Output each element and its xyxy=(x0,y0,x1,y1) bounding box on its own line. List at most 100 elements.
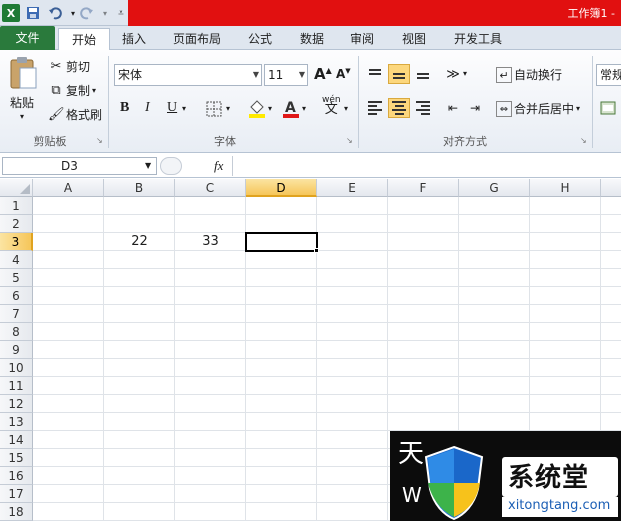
grid-cell[interactable] xyxy=(388,197,459,215)
grid-cell[interactable] xyxy=(246,377,317,395)
grid-cell[interactable] xyxy=(459,341,530,359)
tab-home[interactable]: 开始 xyxy=(58,28,110,51)
tab-review[interactable]: 审阅 xyxy=(340,28,384,50)
redo-icon[interactable] xyxy=(78,4,96,22)
grid-cell[interactable] xyxy=(317,449,388,467)
row-header-selected[interactable]: 3 xyxy=(0,233,33,251)
paste-button[interactable]: 粘贴 xyxy=(10,94,34,111)
grid-cell[interactable] xyxy=(388,233,459,251)
grid-cell[interactable] xyxy=(317,323,388,341)
fill-color-icon[interactable] xyxy=(248,98,266,121)
grid-cell[interactable] xyxy=(246,413,317,431)
grid-cell[interactable] xyxy=(601,215,621,233)
grid-cell[interactable] xyxy=(33,341,104,359)
grid-cell[interactable] xyxy=(175,503,246,521)
grid-cell[interactable] xyxy=(388,287,459,305)
insert-function-button[interactable]: fx xyxy=(214,158,223,174)
grid-cell[interactable] xyxy=(33,377,104,395)
grid-cell[interactable] xyxy=(33,215,104,233)
cell-B3[interactable]: 22 xyxy=(104,233,175,251)
tab-file[interactable]: 文件 xyxy=(0,26,55,50)
grid-cell[interactable] xyxy=(388,377,459,395)
grid-cell[interactable] xyxy=(246,485,317,503)
grid-cell[interactable] xyxy=(33,287,104,305)
grid-cell[interactable] xyxy=(530,215,601,233)
select-all-corner[interactable] xyxy=(0,179,33,197)
row-header[interactable]: 15 xyxy=(0,449,33,467)
merge-center-button[interactable]: ⇔ 合并后居中 ▾ xyxy=(496,100,580,117)
grid-cell[interactable] xyxy=(601,251,621,269)
grid-cell[interactable] xyxy=(175,287,246,305)
grid-cell[interactable] xyxy=(317,503,388,521)
row-header[interactable]: 5 xyxy=(0,269,33,287)
row-header[interactable]: 18 xyxy=(0,503,33,521)
name-box-dropdown-icon[interactable]: ▼ xyxy=(145,161,151,170)
grid-cell[interactable] xyxy=(530,305,601,323)
grid-cell[interactable] xyxy=(459,233,530,251)
grid-cell[interactable] xyxy=(175,449,246,467)
formula-input[interactable] xyxy=(232,156,621,176)
grid-cell[interactable] xyxy=(530,233,601,251)
grid-cell[interactable] xyxy=(459,377,530,395)
grid-cell[interactable] xyxy=(246,467,317,485)
cell-C3[interactable]: 33 xyxy=(175,233,246,251)
grid-cell[interactable] xyxy=(246,269,317,287)
tab-view[interactable]: 视图 xyxy=(392,28,436,50)
grid-cell[interactable] xyxy=(104,305,175,323)
grid-cell[interactable] xyxy=(246,341,317,359)
font-size-combo[interactable]: 11 ▼ xyxy=(264,64,308,86)
tab-formulas[interactable]: 公式 xyxy=(238,28,282,50)
grid-cell[interactable] xyxy=(530,251,601,269)
grid-cell[interactable] xyxy=(388,323,459,341)
row-header[interactable]: 11 xyxy=(0,377,33,395)
grid-cell[interactable] xyxy=(601,197,621,215)
grid-cell[interactable] xyxy=(104,251,175,269)
align-right-button[interactable] xyxy=(412,98,434,118)
grid-cell[interactable] xyxy=(530,413,601,431)
grid-cell[interactable] xyxy=(601,413,621,431)
grid-cell[interactable] xyxy=(33,485,104,503)
grid-cell[interactable] xyxy=(33,431,104,449)
grid-cell[interactable] xyxy=(317,377,388,395)
column-header[interactable] xyxy=(601,179,621,197)
grid-cell[interactable] xyxy=(530,287,601,305)
column-header[interactable]: E xyxy=(317,179,388,197)
grid-cell[interactable] xyxy=(33,503,104,521)
orientation-dropdown-icon[interactable]: ▾ xyxy=(463,69,467,78)
grid-cell[interactable] xyxy=(388,215,459,233)
grid-cell[interactable] xyxy=(104,413,175,431)
active-cell-D3[interactable] xyxy=(245,232,318,252)
row-header[interactable]: 12 xyxy=(0,395,33,413)
grid-cell[interactable] xyxy=(33,197,104,215)
grid-cell[interactable] xyxy=(388,305,459,323)
grid-cell[interactable] xyxy=(33,323,104,341)
increase-indent-icon[interactable]: ⇥ xyxy=(464,98,486,118)
tab-data[interactable]: 数据 xyxy=(290,28,334,50)
paste-dropdown-icon[interactable]: ▾ xyxy=(20,112,24,121)
grid-cell[interactable] xyxy=(388,395,459,413)
grid-cell[interactable] xyxy=(388,413,459,431)
grid-cell[interactable] xyxy=(317,197,388,215)
merge-dropdown-icon[interactable]: ▾ xyxy=(576,104,580,113)
copy-dropdown-icon[interactable]: ▾ xyxy=(92,86,96,95)
grid-cell[interactable] xyxy=(317,431,388,449)
grid-cell[interactable] xyxy=(104,197,175,215)
grid-cell[interactable] xyxy=(175,215,246,233)
grid-cell[interactable] xyxy=(530,377,601,395)
row-header[interactable]: 4 xyxy=(0,251,33,269)
column-header[interactable]: F xyxy=(388,179,459,197)
align-left-button[interactable] xyxy=(364,98,386,118)
fill-handle[interactable] xyxy=(314,248,319,253)
grid-cell[interactable] xyxy=(104,359,175,377)
grid-cell[interactable] xyxy=(246,323,317,341)
grid-cell[interactable] xyxy=(246,395,317,413)
accounting-format-icon[interactable] xyxy=(600,100,616,119)
grid-cell[interactable] xyxy=(175,413,246,431)
grid-cell[interactable] xyxy=(33,269,104,287)
grid-cell[interactable] xyxy=(317,287,388,305)
align-center-button[interactable] xyxy=(388,98,410,118)
font-name-combo[interactable]: 宋体 ▼ xyxy=(114,64,262,86)
phonetic-dropdown-icon[interactable]: ▾ xyxy=(344,104,348,113)
grid-cell[interactable] xyxy=(104,467,175,485)
row-header[interactable]: 17 xyxy=(0,485,33,503)
